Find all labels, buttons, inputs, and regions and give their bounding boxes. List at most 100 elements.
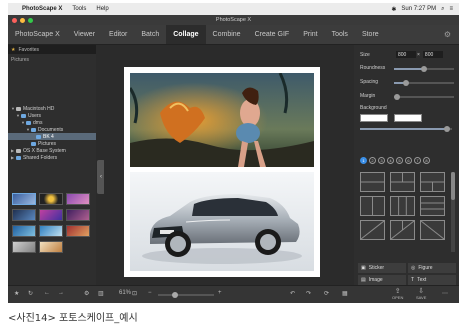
page-dot[interactable]: 2 [369,157,376,164]
zoom-out-icon[interactable]: − [148,290,152,296]
bluetooth-icon[interactable]: ✱ [391,6,396,13]
layout-scrollbar[interactable] [451,172,455,252]
tree-node-bk4[interactable]: BK 4 [8,133,96,140]
menu-tools[interactable]: Tools [72,6,86,12]
thumbnail[interactable] [12,193,36,205]
tree-node-macintosh-hd[interactable]: ▼ Macintosh HD [8,105,96,112]
layout-option[interactable] [360,196,385,216]
folder-icon [21,113,26,118]
star-icon[interactable]: ★ [14,290,19,297]
more-icon[interactable]: ⋯ [442,290,448,297]
tree-node-shared-folders[interactable]: ▶ Shared Folders [8,154,96,161]
panel-toggle-icon[interactable]: ▥ [98,290,104,297]
redo-icon[interactable]: ↷ [306,290,311,297]
layout-option[interactable] [390,172,415,192]
slider-knob[interactable] [444,126,451,132]
page-dot[interactable]: 1 [360,157,367,164]
size-height-select[interactable]: 800 [422,51,443,58]
fit-icon[interactable]: ⊡ [132,290,137,297]
tree-node-os-x-base-system[interactable]: ▶ OS X Base System [8,147,96,154]
background-color-swatch[interactable] [360,114,388,122]
image-button[interactable]: ▤ Image [358,275,406,285]
settings-gear-icon[interactable]: ⚙ [444,30,451,39]
thumbnail[interactable] [12,241,36,253]
layout-option[interactable] [420,220,445,240]
tab-viewer[interactable]: Viewer [67,25,102,44]
tab-batch[interactable]: Batch [134,25,166,44]
zoom-slider-knob[interactable] [172,292,178,298]
size-width-select[interactable]: 800 [396,51,416,58]
collage-canvas[interactable] [124,67,320,277]
zoom-slider[interactable] [158,292,214,298]
undo-icon[interactable]: ↶ [290,290,295,297]
collage-photo-car[interactable] [130,172,314,271]
list-icon[interactable]: ≡ [449,6,453,12]
tab-editor[interactable]: Editor [102,25,134,44]
page-dot[interactable]: 6 [405,157,412,164]
tab-create-gif[interactable]: Create GIF [248,25,297,44]
refresh-icon[interactable]: ⟳ [324,290,329,297]
layout-option[interactable] [360,172,385,192]
spotlight-icon[interactable]: ⌕ [441,6,444,13]
collage-photo-fantasy[interactable] [130,73,314,167]
tab-combine[interactable]: Combine [206,25,248,44]
layout-option[interactable] [390,196,415,216]
tab-collage[interactable]: Collage [166,25,206,44]
margin-slider[interactable] [394,94,454,100]
thumbnail[interactable] [12,225,36,237]
layout-option[interactable] [420,172,445,192]
figure-button[interactable]: ◎ Figure [408,263,456,273]
layout-option[interactable] [360,220,385,240]
page-dot[interactable]: 5 [396,157,403,164]
open-button[interactable]: ⇪ OPEN [392,287,403,300]
slider-knob[interactable] [421,66,427,72]
tab-photoscape-x[interactable]: PhotoScape X [8,25,67,44]
background-opacity-slider[interactable] [360,126,452,132]
zoom-in-icon[interactable]: + [218,290,222,296]
pictures-label[interactable]: Pictures [8,54,96,66]
scrollbar-thumb[interactable] [451,172,455,200]
zoom-window-button[interactable] [28,18,33,23]
layout-option[interactable] [390,220,415,240]
menu-app-name[interactable]: PhotoScape X [22,6,62,12]
page-dot[interactable]: 4 [387,157,394,164]
tab-store[interactable]: Store [355,25,386,44]
thumbnail[interactable] [66,225,90,237]
spacing-slider[interactable] [394,80,454,86]
menu-clock[interactable]: Sun 7:27 PM [401,6,436,12]
slider-knob[interactable] [403,80,409,86]
sticker-button[interactable]: ▣ Sticker [358,263,406,273]
thumbnail[interactable] [39,241,63,253]
macos-menubar: PhotoScape X Tools Help ✱ Sun 7:27 PM ⌕ … [8,3,459,15]
tab-tools[interactable]: Tools [325,25,355,44]
favorites-header[interactable]: ★ Favorites [8,45,96,54]
menu-help[interactable]: Help [96,6,108,12]
thumbnail[interactable] [39,193,63,205]
thumbnail[interactable] [39,209,63,221]
page-dot[interactable]: 3 [378,157,385,164]
forward-arrow-icon[interactable]: → [58,290,64,296]
tree-node-users[interactable]: ▼ Users [8,112,96,119]
tree-node-documents[interactable]: ▼ Documents [8,126,96,133]
rotate-icon[interactable]: ↻ [28,290,33,297]
tree-node-dms[interactable]: ▼ dms [8,119,96,126]
page-dot[interactable]: 8 [423,157,430,164]
roundness-slider[interactable] [394,66,454,72]
close-window-button[interactable] [12,18,17,23]
page-dot[interactable]: 7 [414,157,421,164]
tab-print[interactable]: Print [296,25,324,44]
settings-icon[interactable]: ⚙ [84,290,89,297]
minimize-window-button[interactable] [20,18,25,23]
thumbnail[interactable] [66,209,90,221]
back-arrow-icon[interactable]: ← [44,290,50,296]
layout-option[interactable] [420,196,445,216]
background-color-swatch-2[interactable] [394,114,422,122]
text-button[interactable]: T Text [408,275,456,285]
tree-node-pictures[interactable]: Pictures [8,140,96,147]
slider-knob[interactable] [394,94,400,100]
thumbnail[interactable] [12,209,36,221]
thumbnail[interactable] [39,225,63,237]
thumbnail[interactable] [66,193,90,205]
save-button[interactable]: ⇩ SAVE [416,287,426,300]
layout-icon[interactable]: ▦ [342,290,348,297]
